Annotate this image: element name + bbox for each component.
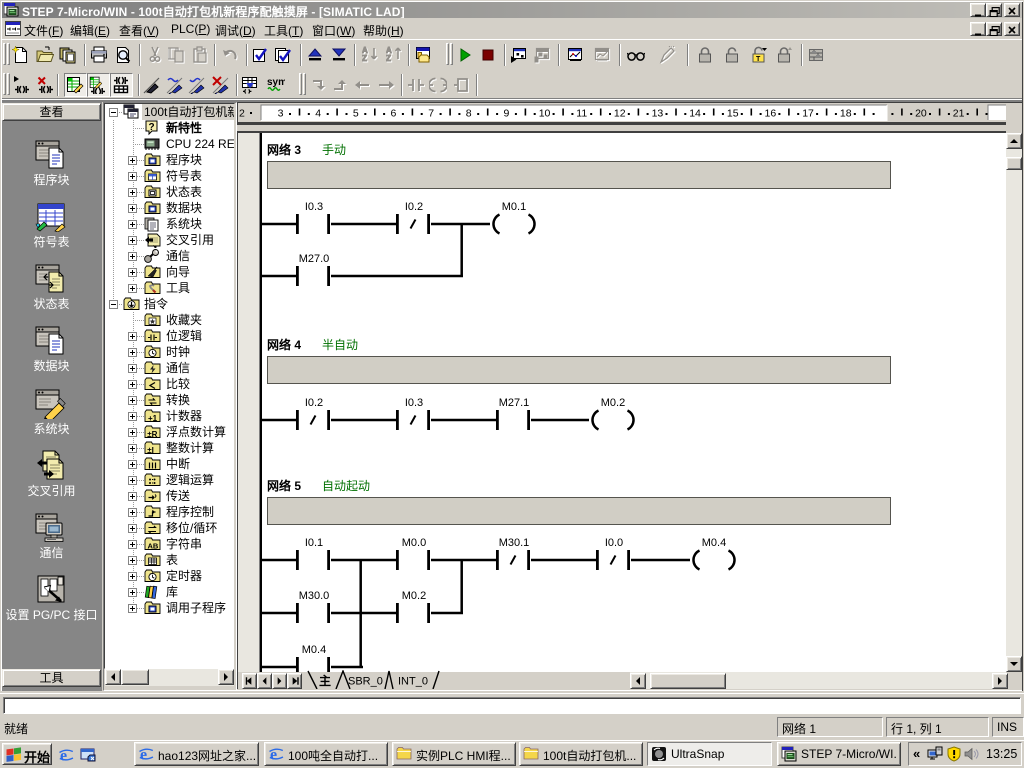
svg-text:?: ? [149,122,155,133]
svg-text:M27.0: M27.0 [299,253,330,265]
svg-text:+1: +1 [148,414,158,423]
svg-text:M30.0: M30.0 [299,590,330,602]
svg-text:M0.2: M0.2 [402,590,426,602]
svg-text:I0.1: I0.1 [305,537,323,549]
svg-text:17: 17 [802,108,814,120]
svg-text:6: 6 [391,108,397,120]
svg-text:M0.0: M0.0 [402,537,426,549]
svg-text:M0.2: M0.2 [601,397,625,409]
svg-text:T: T [756,56,761,63]
svg-text:网络 5: 网络 5 [267,478,301,493]
svg-text:M30.1: M30.1 [499,537,530,549]
svg-text:M0.4: M0.4 [702,537,726,549]
svg-text:14: 14 [689,108,701,120]
svg-text:半自动: 半自动 [322,338,358,352]
svg-text:自动起动: 自动起动 [322,479,370,493]
svg-text:20: 20 [915,108,927,120]
svg-text:手动: 手动 [322,143,346,157]
svg-text:12: 12 [614,108,626,120]
svg-text:SBR_0: SBR_0 [348,676,383,688]
svg-text:4: 4 [315,108,321,120]
svg-text:I0.3: I0.3 [305,201,323,213]
svg-text:M0.4: M0.4 [302,644,326,656]
svg-text:I0.2: I0.2 [405,201,423,213]
svg-text:11: 11 [576,108,587,120]
svg-text:5: 5 [353,108,359,120]
svg-text:7: 7 [428,108,434,120]
svg-text:I0.0: I0.0 [605,537,623,549]
svg-text:16: 16 [765,108,777,120]
svg-text:2: 2 [239,108,245,120]
svg-text:21: 21 [953,108,965,120]
svg-text:Z: Z [386,54,391,63]
svg-text:15: 15 [727,108,739,120]
svg-text:I0.2: I0.2 [305,397,323,409]
svg-text:9: 9 [504,108,510,120]
svg-text:10: 10 [539,108,551,120]
svg-text:3: 3 [278,108,284,120]
svg-text:13: 13 [652,108,664,120]
svg-text:±R: ±R [147,430,157,439]
svg-text:Z: Z [362,54,367,63]
svg-text:网络 4: 网络 4 [267,337,301,352]
svg-text:I0.3: I0.3 [405,397,423,409]
svg-text:网络 3: 网络 3 [267,142,301,157]
svg-text:±I: ±I [147,446,154,455]
svg-text:AB: AB [148,542,159,551]
svg-text:M27.1: M27.1 [499,397,530,409]
svg-text:sym: sym [267,77,285,88]
svg-text:主: 主 [319,673,331,688]
svg-text:8: 8 [466,108,472,120]
svg-text:18: 18 [840,108,852,120]
svg-text:INT_0: INT_0 [398,676,428,688]
svg-text:M0.1: M0.1 [502,201,526,213]
